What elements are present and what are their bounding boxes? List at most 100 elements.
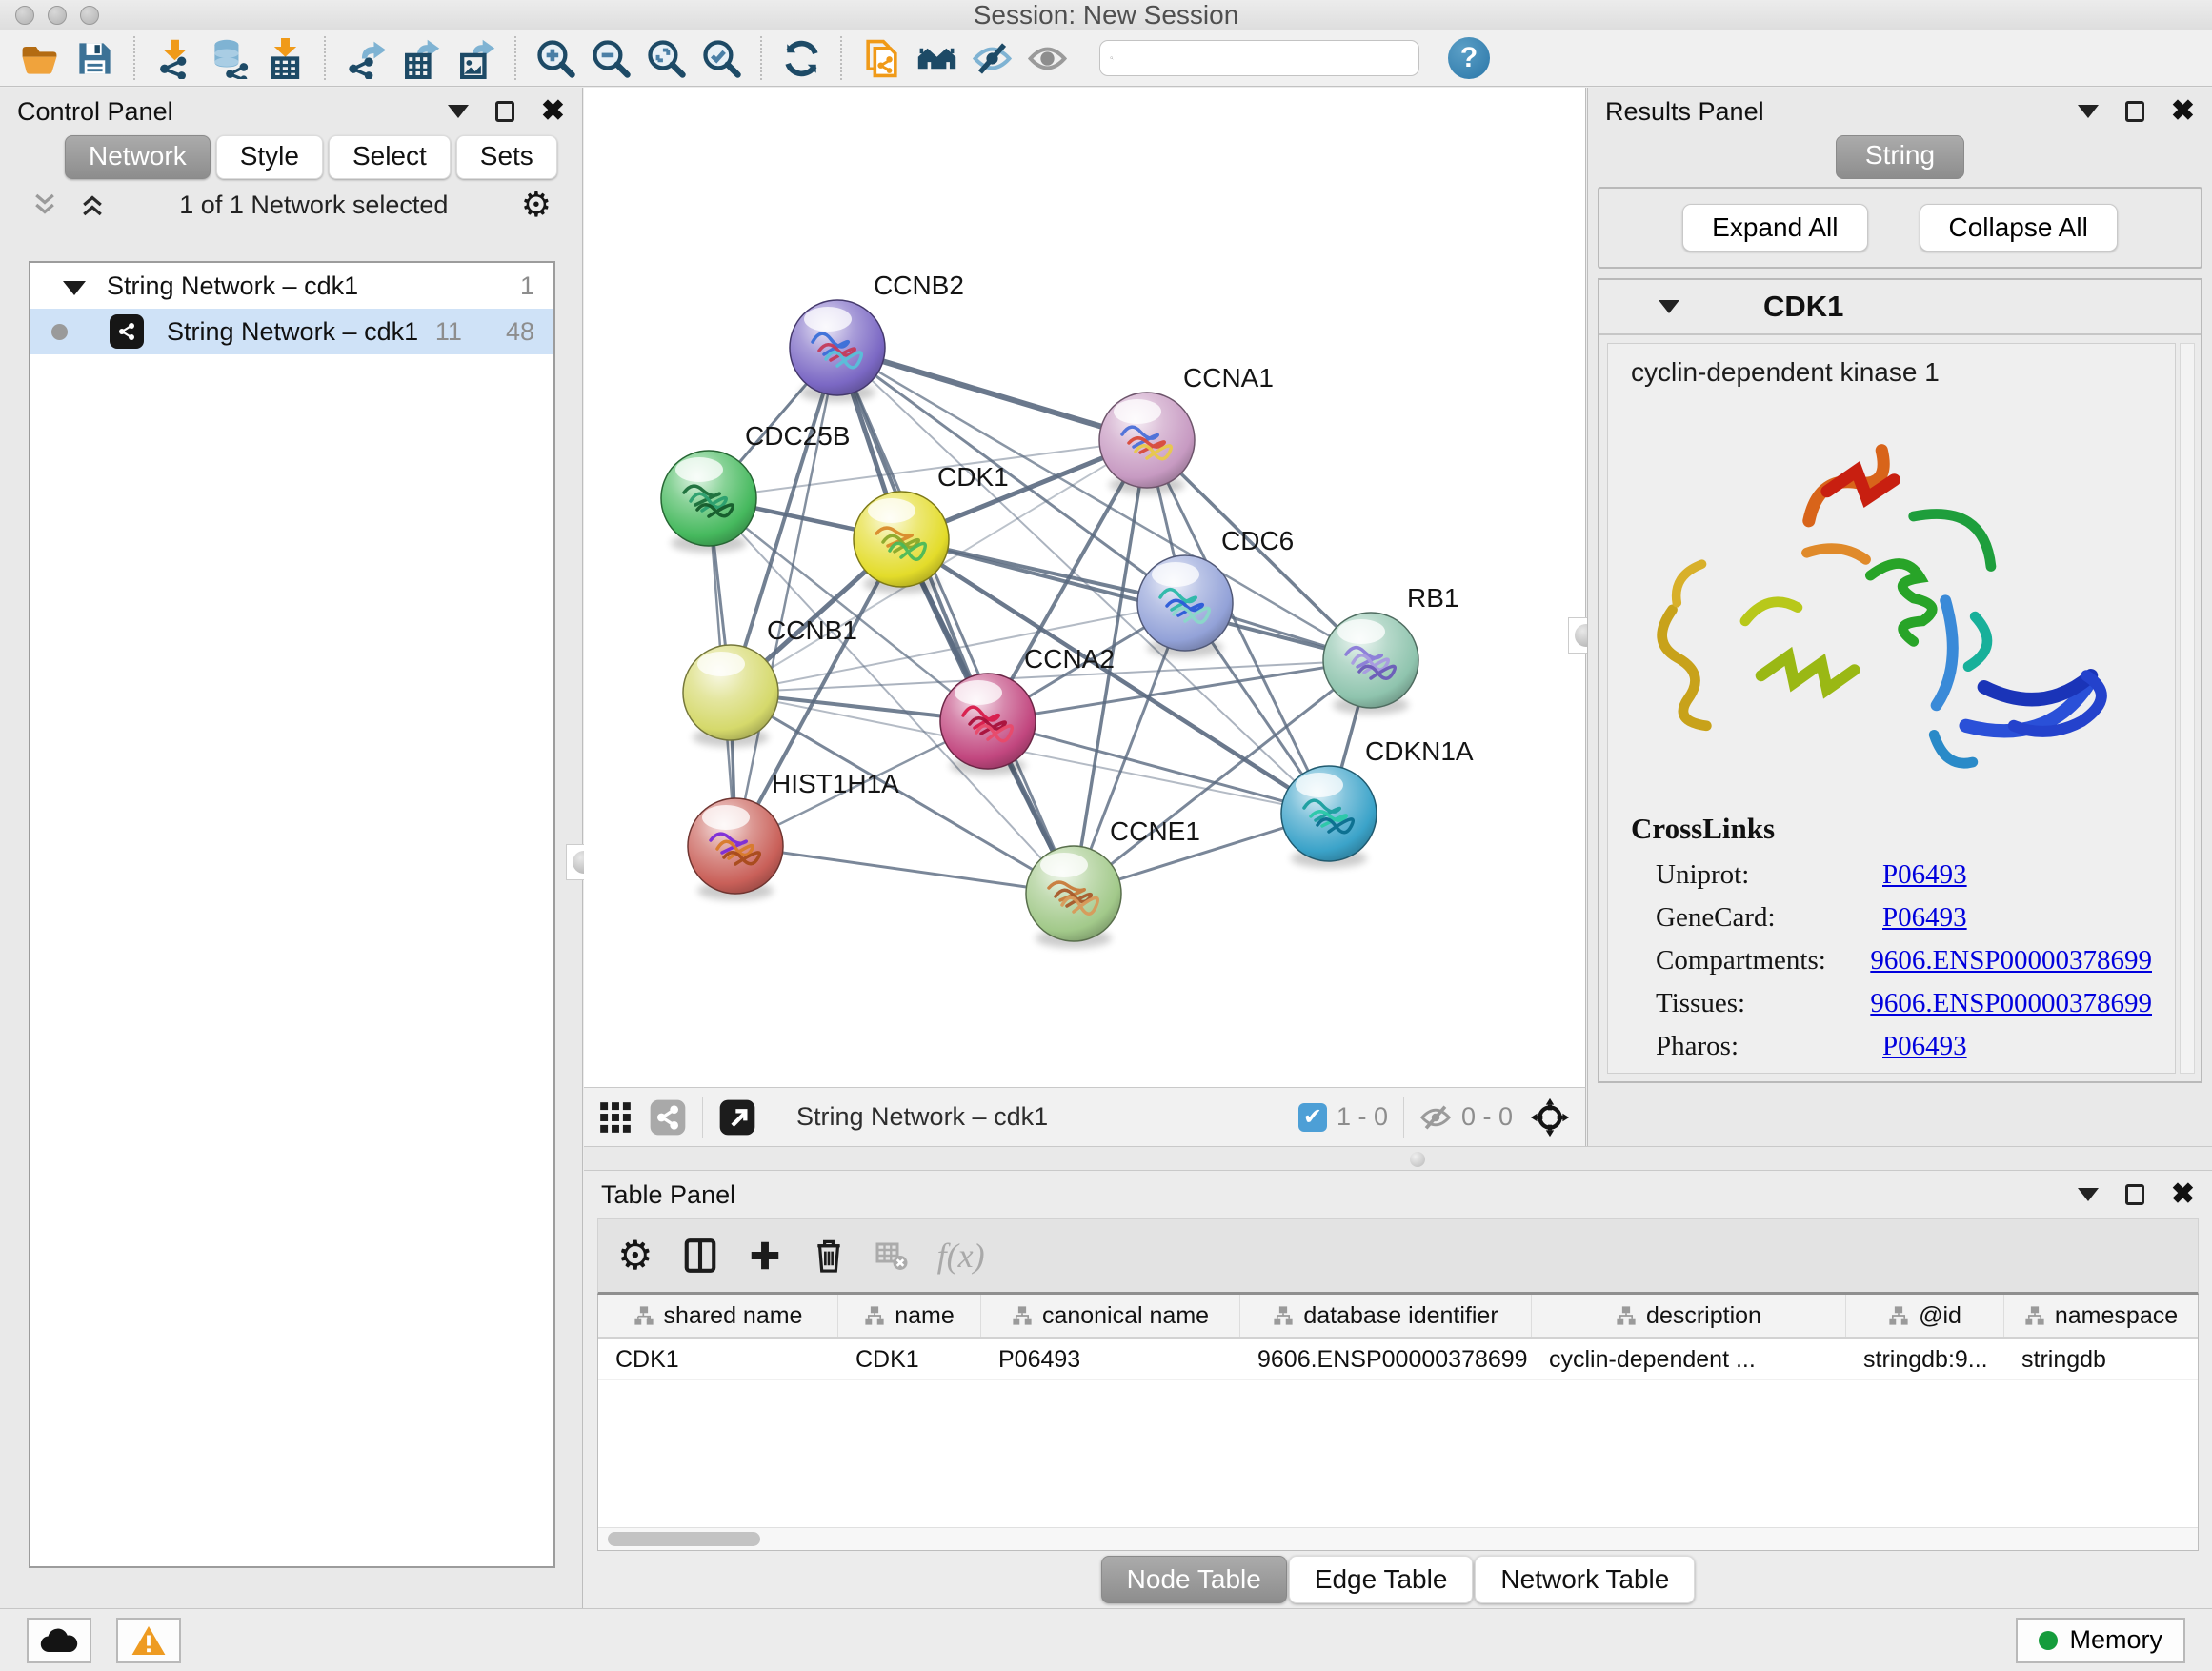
grid-view-button[interactable] bbox=[597, 1099, 633, 1136]
collapse-all-networks-button[interactable] bbox=[30, 191, 59, 219]
show-all-button[interactable] bbox=[1019, 34, 1075, 82]
help-button[interactable]: ? bbox=[1448, 37, 1490, 79]
zoom-in-button[interactable] bbox=[528, 34, 583, 82]
network-node-CDC25B[interactable]: CDC25B bbox=[661, 421, 850, 553]
column-header[interactable]: namespace bbox=[2004, 1295, 2198, 1337]
tab-select[interactable]: Select bbox=[329, 135, 451, 179]
refresh-button[interactable] bbox=[774, 34, 829, 82]
tab-string[interactable]: String bbox=[1836, 135, 1964, 179]
results-scrollbar[interactable] bbox=[2180, 343, 2195, 1074]
open-session-button[interactable] bbox=[11, 34, 67, 82]
network-edge[interactable] bbox=[837, 348, 1074, 894]
network-node-CCNB1[interactable]: CCNB1 bbox=[683, 615, 857, 747]
table-panel-float-button[interactable] bbox=[2125, 1184, 2144, 1205]
create-column-button[interactable] bbox=[747, 1238, 783, 1274]
scrollbar-thumb[interactable] bbox=[608, 1532, 760, 1546]
import-network-from-database-button[interactable] bbox=[202, 34, 257, 82]
disclosure-triangle-icon[interactable] bbox=[1659, 300, 1679, 313]
delete-table-button[interactable] bbox=[875, 1238, 909, 1273]
disclosure-triangle-icon[interactable] bbox=[63, 281, 86, 295]
network-graph[interactable]: CCNB2CCNA1CDC25BCDK1CDC6RB1CCNB1CCNA2CDK… bbox=[584, 88, 1586, 1087]
network-node-CDKN1A[interactable]: CDKN1A bbox=[1281, 736, 1474, 868]
zoom-fit-button[interactable] bbox=[638, 34, 694, 82]
tab-sets[interactable]: Sets bbox=[456, 135, 557, 179]
protein-section-header[interactable]: CDK1 bbox=[1599, 280, 2201, 335]
network-node-HIST1H1A[interactable]: HIST1H1A bbox=[688, 769, 899, 900]
table-horizontal-scrollbar[interactable] bbox=[598, 1527, 2198, 1550]
warnings-button[interactable] bbox=[116, 1618, 181, 1663]
network-node-CCNE1[interactable]: CCNE1 bbox=[1026, 816, 1200, 948]
control-panel-menu-button[interactable] bbox=[448, 105, 469, 118]
crosslink-link[interactable]: 9606.ENSP00000378699 bbox=[1870, 945, 2152, 976]
search-input[interactable] bbox=[1114, 45, 1409, 71]
results-panel-float-button[interactable] bbox=[2125, 101, 2144, 122]
tab-style[interactable]: Style bbox=[216, 135, 323, 179]
crosslink-link[interactable]: P06493 bbox=[1882, 902, 1967, 934]
table-options-button[interactable]: ⚙ bbox=[617, 1238, 654, 1273]
zoom-selected-button[interactable] bbox=[694, 34, 749, 82]
column-header[interactable]: description bbox=[1532, 1295, 1846, 1337]
export-image-button[interactable] bbox=[448, 34, 503, 82]
expand-all-networks-button[interactable] bbox=[78, 191, 107, 219]
network-edge[interactable] bbox=[901, 539, 1371, 660]
homes-button[interactable] bbox=[909, 34, 964, 82]
hide-selected-button[interactable] bbox=[964, 34, 1019, 82]
network-row-selected[interactable]: String Network – cdk1 11 48 bbox=[30, 309, 553, 354]
network-view-button[interactable] bbox=[649, 1098, 687, 1137]
table-row[interactable]: CDK1 CDK1 P06493 9606.ENSP00000378699 cy… bbox=[598, 1339, 2198, 1380]
network-edge[interactable] bbox=[735, 846, 1074, 894]
birdseye-view-button[interactable] bbox=[718, 1098, 756, 1137]
column-header[interactable]: name bbox=[838, 1295, 981, 1337]
crosslink-link[interactable]: 9606.ENSP00000378699 bbox=[1870, 988, 2152, 1019]
network-options-button[interactable]: ⚙ bbox=[521, 188, 552, 222]
results-panel-menu-button[interactable] bbox=[2078, 105, 2099, 118]
import-network-button[interactable] bbox=[147, 34, 202, 82]
protein-structure-image bbox=[1631, 393, 2164, 803]
control-panel-float-button[interactable] bbox=[495, 101, 514, 122]
close-icon: ✖ bbox=[2171, 1184, 2195, 1205]
control-panel-close-button[interactable]: ✖ bbox=[541, 101, 565, 122]
tab-node-table[interactable]: Node Table bbox=[1101, 1556, 1287, 1603]
crosslink-link[interactable]: P06493 bbox=[1882, 1031, 1967, 1062]
network-collection-row[interactable]: String Network – cdk1 1 bbox=[30, 263, 553, 309]
node-label-CCNB1: CCNB1 bbox=[767, 615, 857, 645]
tab-edge-table[interactable]: Edge Table bbox=[1289, 1556, 1474, 1603]
memory-button[interactable]: Memory bbox=[2016, 1618, 2185, 1663]
selected-checkbox-icon[interactable]: ✔ bbox=[1298, 1103, 1327, 1132]
tab-network-table[interactable]: Network Table bbox=[1475, 1556, 1695, 1603]
cloud-button[interactable] bbox=[27, 1618, 91, 1663]
collapse-all-button[interactable]: Collapse All bbox=[1920, 204, 2118, 252]
cell-canonical-name: P06493 bbox=[981, 1339, 1240, 1379]
save-session-button[interactable] bbox=[67, 34, 122, 82]
column-header[interactable]: @id bbox=[1846, 1295, 2004, 1337]
horizontal-divider[interactable] bbox=[584, 1146, 2212, 1171]
network-node-CDK1[interactable]: CDK1 bbox=[854, 462, 1009, 594]
fit-selected-button[interactable] bbox=[1528, 1096, 1572, 1139]
table-panel-menu-button[interactable] bbox=[2078, 1188, 2099, 1201]
network-node-CCNB2[interactable]: CCNB2 bbox=[790, 271, 964, 402]
network-canvas[interactable]: CCNB2CCNA1CDC25BCDK1CDC6RB1CCNB1CCNA2CDK… bbox=[584, 88, 1586, 1087]
tab-network[interactable]: Network bbox=[65, 135, 211, 179]
show-columns-button[interactable] bbox=[682, 1238, 718, 1274]
import-table-button[interactable] bbox=[257, 34, 312, 82]
function-builder-button[interactable]: f(x) bbox=[937, 1236, 985, 1276]
zoom-out-button[interactable] bbox=[583, 34, 638, 82]
column-header[interactable]: database identifier bbox=[1240, 1295, 1532, 1337]
results-panel-close-button[interactable]: ✖ bbox=[2171, 101, 2195, 122]
table-panel-close-button[interactable]: ✖ bbox=[2171, 1184, 2195, 1205]
network-node-RB1[interactable]: RB1 bbox=[1323, 583, 1458, 715]
duplicate-network-button[interactable] bbox=[854, 34, 909, 82]
column-header[interactable]: shared name bbox=[598, 1295, 838, 1337]
zoom-fit-icon bbox=[646, 38, 687, 79]
expand-all-button[interactable]: Expand All bbox=[1682, 204, 1867, 252]
export-network-button[interactable] bbox=[337, 34, 392, 82]
delete-column-button[interactable] bbox=[812, 1238, 846, 1274]
network-node-CDC6[interactable]: CDC6 bbox=[1137, 526, 1294, 657]
column-header[interactable]: canonical name bbox=[981, 1295, 1240, 1337]
network-node-CCNA1[interactable]: CCNA1 bbox=[1099, 363, 1274, 494]
network-edge[interactable] bbox=[837, 348, 1147, 440]
crosslink-link[interactable]: P06493 bbox=[1882, 859, 1967, 891]
homes-icon bbox=[916, 38, 957, 79]
export-table-button[interactable] bbox=[392, 34, 448, 82]
control-panel-title: Control Panel bbox=[17, 97, 173, 127]
